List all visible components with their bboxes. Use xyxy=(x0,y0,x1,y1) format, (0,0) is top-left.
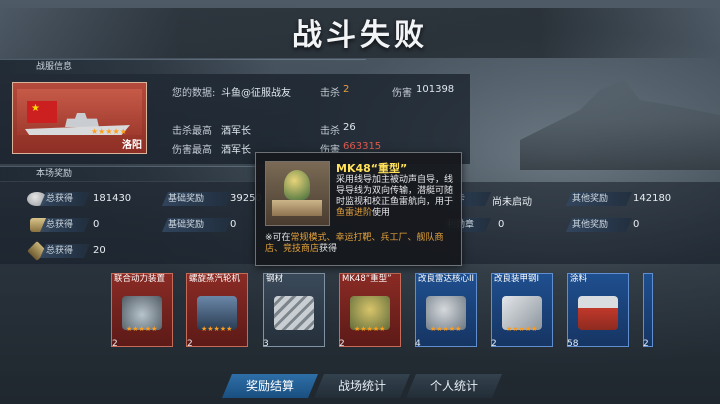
top-kill-value-label: 击杀 xyxy=(320,126,340,137)
item-card[interactable]: 螺旋蒸汽轮机 ★★★★★ xyxy=(186,273,248,347)
player-name: 斗鱼@征服战友 xyxy=(221,88,291,99)
item-card[interactable]: 涂料 xyxy=(567,273,629,347)
item-qty: 3 xyxy=(263,339,269,349)
total-label: 总获得 xyxy=(40,218,90,232)
item-name: 钢材 xyxy=(266,274,284,284)
kills-value: 2 xyxy=(343,84,350,95)
ship-stars: ★★★★★ xyxy=(91,127,127,136)
base-reward-label: 基础奖励 xyxy=(162,192,232,206)
item-card[interactable]: 联合动力装置 ★★★★★ xyxy=(111,273,173,347)
item-qty: 4 xyxy=(415,339,421,349)
total-value: 20 xyxy=(93,245,106,256)
item-name: 改良雷达核心II xyxy=(418,274,475,284)
steel-icon xyxy=(274,296,314,330)
total-value: 181430 xyxy=(93,193,132,204)
item-name: MK48“重型” xyxy=(342,274,392,284)
damage-label: 伤害 xyxy=(392,88,412,99)
tooltip-title: MK48“重型” xyxy=(336,162,408,175)
item-card[interactable]: 改良装甲钢I ★★★★★ xyxy=(491,273,553,347)
top-kill-player: 酒军长 xyxy=(221,126,251,137)
ship-name: 洛阳 xyxy=(122,140,142,151)
tab-reward-settlement[interactable]: 奖励结算 xyxy=(222,374,318,398)
month-card-status: 尚未启动 xyxy=(492,197,532,208)
total-label: 总获得 xyxy=(40,192,90,206)
top-dmg-value: 663315 xyxy=(343,141,382,152)
your-data-label: 您的数据: xyxy=(172,88,216,99)
base-reward-value: 0 xyxy=(230,219,237,230)
other-reward-value: 0 xyxy=(633,219,640,230)
item-qty: 58 xyxy=(567,339,579,349)
top-kill-value: 26 xyxy=(343,122,356,133)
total-label: 总获得 xyxy=(40,244,90,258)
tooltip-description: 采用线导加主被动声自导，线导导线为双向传输，潜艇可随时监视和校正鱼雷航向，用于鱼… xyxy=(336,175,454,218)
paint-bucket-icon xyxy=(578,296,618,330)
medal-value: 0 xyxy=(498,219,505,230)
total-value: 0 xyxy=(93,219,100,230)
other-reward-value: 142180 xyxy=(633,193,672,204)
top-dmg-player: 酒军长 xyxy=(221,145,251,156)
tab-battle-stats[interactable]: 战场统计 xyxy=(314,374,410,398)
top-dmg-label: 伤害最高 xyxy=(172,145,212,156)
item-tooltip: MK48“重型” 采用线导加主被动声自导，线导导线为双向传输，潜艇可随时监视和校… xyxy=(255,152,462,266)
top-kill-label: 击杀最高 xyxy=(172,126,212,137)
item-name: 涂料 xyxy=(570,274,588,284)
item-qty: 2 xyxy=(643,339,649,349)
item-qty: 2 xyxy=(491,339,497,349)
item-qty: 2 xyxy=(339,339,345,349)
other-reward-label: 其他奖励 xyxy=(566,218,632,232)
item-card[interactable]: 改良雷达核心II ★★★★★ xyxy=(415,273,477,347)
item-stars: ★★★★★ xyxy=(201,325,233,333)
base-reward-label: 基础奖励 xyxy=(162,218,232,232)
tooltip-footer: ※可在常规模式、幸运打靶、兵工厂、舰队商店、竞技商店获得 xyxy=(265,233,444,254)
item-card[interactable]: MK48“重型” ★★★★★ xyxy=(339,273,401,347)
page-title: 战斗失败 xyxy=(292,18,428,53)
item-name: 螺旋蒸汽轮机 xyxy=(189,274,241,284)
item-stars: ★★★★★ xyxy=(354,325,386,333)
item-name: 改良装甲钢I xyxy=(494,274,540,284)
tab-personal-stats[interactable]: 个人统计 xyxy=(406,374,502,398)
item-card-partial[interactable] xyxy=(643,273,653,347)
item-card[interactable]: 钢材 xyxy=(263,273,325,347)
flag-icon: ★ xyxy=(27,101,57,123)
battle-info-header: 战服信息 xyxy=(0,59,366,74)
ship-superstructure xyxy=(65,113,99,127)
kills-label: 击杀 xyxy=(320,88,340,99)
item-stars: ★★★★★ xyxy=(430,325,462,333)
item-qty: 2 xyxy=(112,339,118,349)
item-qty: 2 xyxy=(187,339,193,349)
damage-value: 101398 xyxy=(416,84,455,95)
ship-card[interactable]: ★ ★★★★★ 洛阳 xyxy=(12,82,147,154)
item-stars: ★★★★★ xyxy=(126,325,158,333)
item-name: 联合动力装置 xyxy=(114,274,166,284)
torpedo-crate-icon xyxy=(265,161,330,226)
other-reward-label: 其他奖励 xyxy=(566,192,632,206)
item-stars: ★★★★★ xyxy=(506,325,538,333)
